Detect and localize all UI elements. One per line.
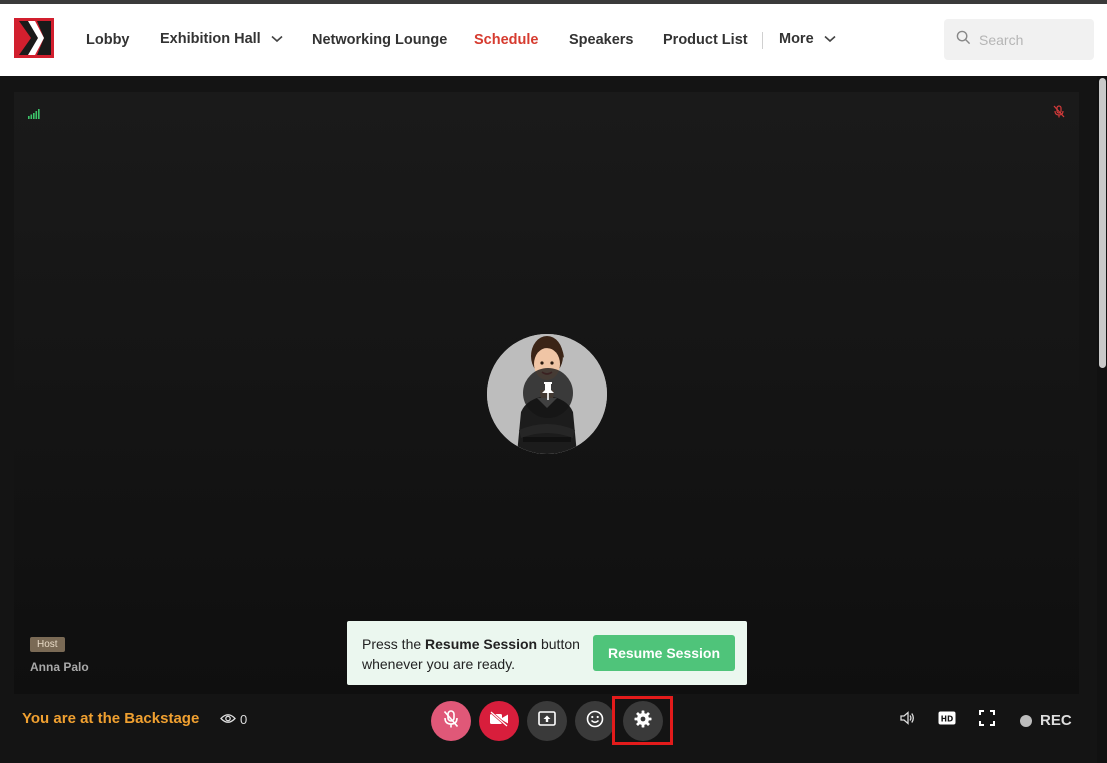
hd-icon: HD: [938, 710, 956, 731]
video-stage: Host Anna Palo: [14, 92, 1079, 694]
settings-highlight-box: [612, 696, 673, 745]
viewer-count: 0: [220, 712, 247, 727]
host-name: Anna Palo: [30, 660, 89, 674]
host-badge: Host: [30, 637, 65, 652]
signal-strength-icon: [28, 106, 40, 124]
pin-button[interactable]: [523, 368, 573, 418]
camera-toggle-button[interactable]: [479, 701, 519, 741]
search-box[interactable]: [944, 19, 1094, 60]
reactions-button[interactable]: [575, 701, 615, 741]
chevron-down-icon: [824, 35, 836, 43]
top-nav-bar: Lobby Exhibition Hall Networking Lounge …: [0, 4, 1107, 76]
resume-session-button[interactable]: Resume Session: [593, 635, 735, 671]
viewer-count-value: 0: [240, 712, 248, 727]
smiley-icon: [586, 710, 604, 733]
nav-networking-lounge[interactable]: Networking Lounge: [312, 4, 447, 76]
mic-muted-icon: [1053, 105, 1065, 123]
nav-exhibition-hall[interactable]: Exhibition Hall: [160, 3, 283, 75]
record-label: REC: [1040, 712, 1072, 729]
pin-icon: [541, 381, 555, 405]
search-input[interactable]: [979, 31, 1079, 48]
record-dot-icon: [1020, 714, 1032, 727]
mic-off-icon: [443, 709, 459, 733]
svg-text:HD: HD: [941, 715, 954, 724]
backstage-status: You are at the Backstage: [22, 710, 200, 727]
nav-speakers[interactable]: Speakers: [569, 4, 634, 76]
brand-logo[interactable]: [14, 18, 54, 58]
fullscreen-button[interactable]: [979, 710, 995, 731]
video-off-icon: [489, 710, 509, 732]
resume-session-banner: Press the Resume Session button whenever…: [347, 621, 747, 685]
nav-schedule[interactable]: Schedule: [474, 4, 538, 76]
banner-message: Press the Resume Session button whenever…: [362, 636, 580, 672]
fullscreen-icon: [979, 710, 995, 731]
volume-button[interactable]: [899, 710, 915, 731]
chevron-down-icon: [271, 35, 283, 43]
nav-more[interactable]: More: [779, 3, 836, 75]
mic-toggle-button[interactable]: [431, 701, 471, 741]
nav-divider: [762, 32, 763, 49]
hd-quality-button[interactable]: HD: [938, 710, 956, 731]
screen-share-button[interactable]: [527, 701, 567, 741]
eye-icon: [220, 712, 236, 727]
speaker-icon: [899, 710, 915, 731]
search-icon: [956, 30, 971, 50]
nav-lobby[interactable]: Lobby: [86, 4, 130, 76]
record-button[interactable]: REC: [1020, 712, 1072, 729]
scrollbar-thumb[interactable]: [1099, 78, 1106, 368]
nav-product-list[interactable]: Product List: [663, 4, 748, 76]
screen-share-icon: [538, 710, 556, 732]
